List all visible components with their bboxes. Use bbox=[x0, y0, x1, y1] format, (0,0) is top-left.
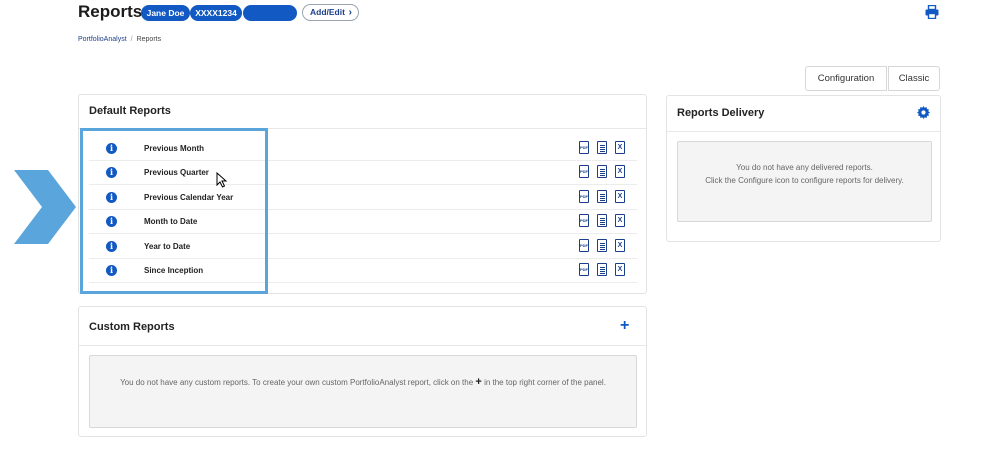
panel-divider bbox=[667, 131, 940, 132]
report-name: Previous Quarter bbox=[144, 168, 209, 178]
account-holder-badge[interactable]: Jane Doe bbox=[141, 5, 190, 21]
reports-delivery-title: Reports Delivery bbox=[677, 107, 765, 119]
report-name: Previous Month bbox=[144, 144, 205, 153]
excel-label: X bbox=[617, 192, 623, 200]
report-row: i Previous Calendar Year PDF X bbox=[89, 186, 637, 210]
pdf-icon[interactable]: PDF bbox=[579, 141, 589, 154]
excel-icon[interactable]: X bbox=[615, 189, 625, 203]
pdf-icon[interactable]: PDF bbox=[579, 263, 589, 276]
info-icon[interactable]: i bbox=[106, 216, 117, 228]
add-report-plus-icon[interactable]: + bbox=[620, 317, 629, 335]
gear-icon[interactable] bbox=[917, 106, 930, 119]
panel-divider bbox=[79, 345, 646, 346]
document-icon[interactable] bbox=[597, 214, 607, 228]
account-extra-badge[interactable] bbox=[243, 5, 297, 21]
pdf-icon[interactable]: PDF bbox=[579, 165, 589, 179]
delivery-empty-message: You do not have any delivered reports. C… bbox=[677, 141, 932, 222]
add-edit-label: Add/Edit bbox=[310, 7, 345, 17]
reports-delivery-panel: Reports Delivery You do not have any del… bbox=[666, 95, 941, 242]
custom-reports-title: Custom Reports bbox=[89, 321, 175, 333]
chevron-arrow-icon bbox=[14, 170, 76, 244]
default-reports-title: Default Reports bbox=[89, 105, 171, 117]
report-name: Since Inception bbox=[144, 266, 204, 275]
excel-label: X bbox=[617, 241, 623, 249]
empty-text-before: You do not have any custom reports. To c… bbox=[120, 378, 474, 387]
document-icon[interactable] bbox=[597, 238, 607, 252]
pdf-label: PDF bbox=[580, 169, 588, 175]
excel-icon[interactable]: X bbox=[615, 141, 625, 154]
info-icon[interactable]: i bbox=[106, 191, 117, 203]
excel-icon[interactable]: X bbox=[615, 263, 625, 276]
info-icon[interactable]: i bbox=[106, 240, 117, 252]
plus-icon: + bbox=[475, 376, 482, 388]
pdf-label: PDF bbox=[580, 267, 588, 272]
breadcrumb-portfolioanalyst-link[interactable]: PortfolioAnalyst bbox=[78, 36, 127, 43]
excel-icon[interactable]: X bbox=[615, 238, 625, 252]
report-name: Month to Date bbox=[144, 217, 198, 227]
info-icon[interactable]: i bbox=[106, 265, 117, 276]
add-edit-button[interactable]: Add/Edit › bbox=[302, 4, 359, 21]
delivery-empty-line2: Click the Configure icon to configure re… bbox=[705, 176, 904, 185]
report-name: Previous Calendar Year bbox=[144, 192, 234, 202]
account-number-badge[interactable]: XXXX1234 bbox=[190, 5, 242, 21]
excel-label: X bbox=[617, 217, 623, 225]
document-icon[interactable] bbox=[597, 189, 607, 203]
document-icon[interactable] bbox=[597, 141, 607, 154]
empty-text-after: in the top right corner of the panel. bbox=[484, 378, 606, 387]
report-row: i Month to Date PDF X bbox=[89, 210, 637, 235]
default-reports-panel: Default Reports i Previous Month PDF X i… bbox=[78, 94, 647, 294]
pdf-icon[interactable]: PDF bbox=[579, 238, 589, 252]
pdf-label: PDF bbox=[580, 242, 588, 248]
pdf-icon[interactable]: PDF bbox=[579, 214, 589, 228]
info-icon[interactable]: i bbox=[106, 143, 117, 154]
excel-label: X bbox=[617, 266, 623, 273]
custom-reports-empty-message: You do not have any custom reports. To c… bbox=[89, 355, 637, 428]
pdf-label: PDF bbox=[580, 218, 588, 224]
print-icon[interactable] bbox=[925, 5, 939, 19]
delivery-empty-line1: You do not have any delivered reports. bbox=[736, 163, 873, 172]
excel-label: X bbox=[617, 144, 623, 151]
pdf-label: PDF bbox=[580, 145, 588, 150]
excel-icon[interactable]: X bbox=[615, 165, 625, 179]
report-row: i Year to Date PDF X bbox=[89, 235, 637, 259]
info-icon[interactable]: i bbox=[106, 167, 117, 179]
pdf-label: PDF bbox=[580, 193, 588, 199]
configuration-button[interactable]: Configuration bbox=[805, 66, 887, 91]
cursor-icon bbox=[216, 172, 228, 188]
custom-reports-panel: Custom Reports + You do not have any cus… bbox=[78, 306, 647, 437]
document-icon[interactable] bbox=[597, 165, 607, 179]
report-name: Year to Date bbox=[144, 241, 191, 251]
classic-button[interactable]: Classic bbox=[888, 66, 940, 91]
pdf-icon[interactable]: PDF bbox=[579, 189, 589, 203]
report-row: i Since Inception PDF X bbox=[89, 259, 637, 283]
breadcrumb-current: Reports bbox=[136, 36, 162, 43]
excel-label: X bbox=[617, 168, 623, 176]
report-row: i Previous Month PDF X bbox=[89, 137, 637, 161]
breadcrumb-separator: / bbox=[130, 36, 133, 43]
document-icon[interactable] bbox=[597, 263, 607, 276]
excel-icon[interactable]: X bbox=[615, 214, 625, 228]
breadcrumb: PortfolioAnalyst / Reports bbox=[78, 36, 161, 43]
page-title: Reports bbox=[78, 2, 143, 21]
chevron-right-icon: › bbox=[348, 7, 352, 18]
panel-divider bbox=[79, 128, 646, 129]
report-row: i Previous Quarter PDF X bbox=[89, 161, 637, 186]
